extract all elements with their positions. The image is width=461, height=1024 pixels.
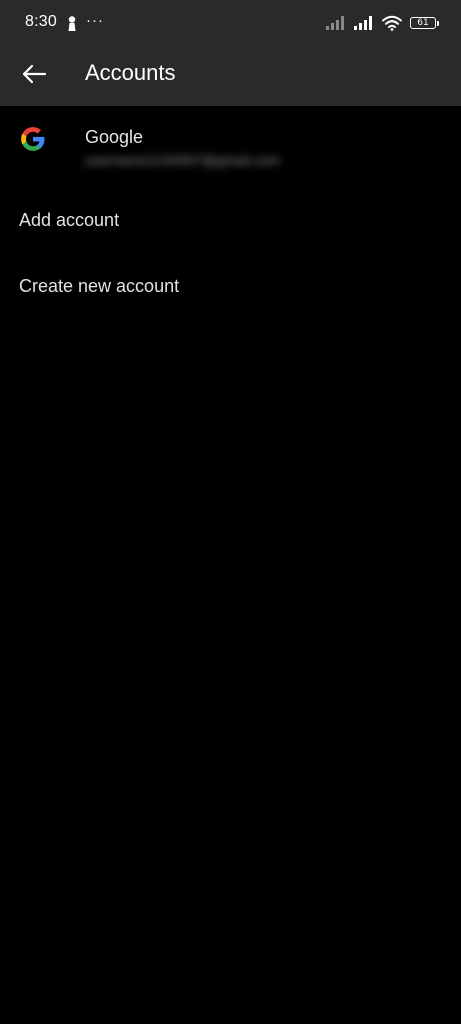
create-new-account-button[interactable]: Create new account bbox=[0, 261, 461, 317]
back-button[interactable] bbox=[14, 54, 54, 94]
google-icon bbox=[21, 127, 45, 151]
status-icons: 61 bbox=[326, 14, 439, 32]
create-new-account-label: Create new account bbox=[19, 276, 180, 296]
page-title: Accounts bbox=[85, 60, 176, 85]
battery-level: 61 bbox=[417, 17, 429, 28]
person-icon bbox=[68, 16, 76, 31]
signal-full-icon bbox=[354, 16, 372, 30]
top-bar: 8:30 ··· 61 Accounts bbox=[0, 0, 461, 106]
signal-empty-icon bbox=[326, 16, 344, 30]
account-provider-label: Google bbox=[85, 127, 144, 147]
arrow-left-icon bbox=[22, 64, 47, 84]
status-bar: 8:30 ··· 61 bbox=[0, 0, 461, 46]
wifi-icon bbox=[382, 15, 402, 31]
add-account-button[interactable]: Add account bbox=[0, 195, 461, 251]
battery-icon: 61 bbox=[410, 17, 439, 29]
more-notifications-icon: ··· bbox=[86, 12, 104, 29]
app-bar: Accounts bbox=[0, 46, 461, 106]
account-item-google[interactable]: Google username1234567@gmail.com bbox=[0, 106, 461, 184]
status-time: 8:30 bbox=[25, 13, 57, 30]
account-email: username1234567@gmail.com bbox=[85, 152, 280, 168]
add-account-label: Add account bbox=[19, 210, 120, 230]
